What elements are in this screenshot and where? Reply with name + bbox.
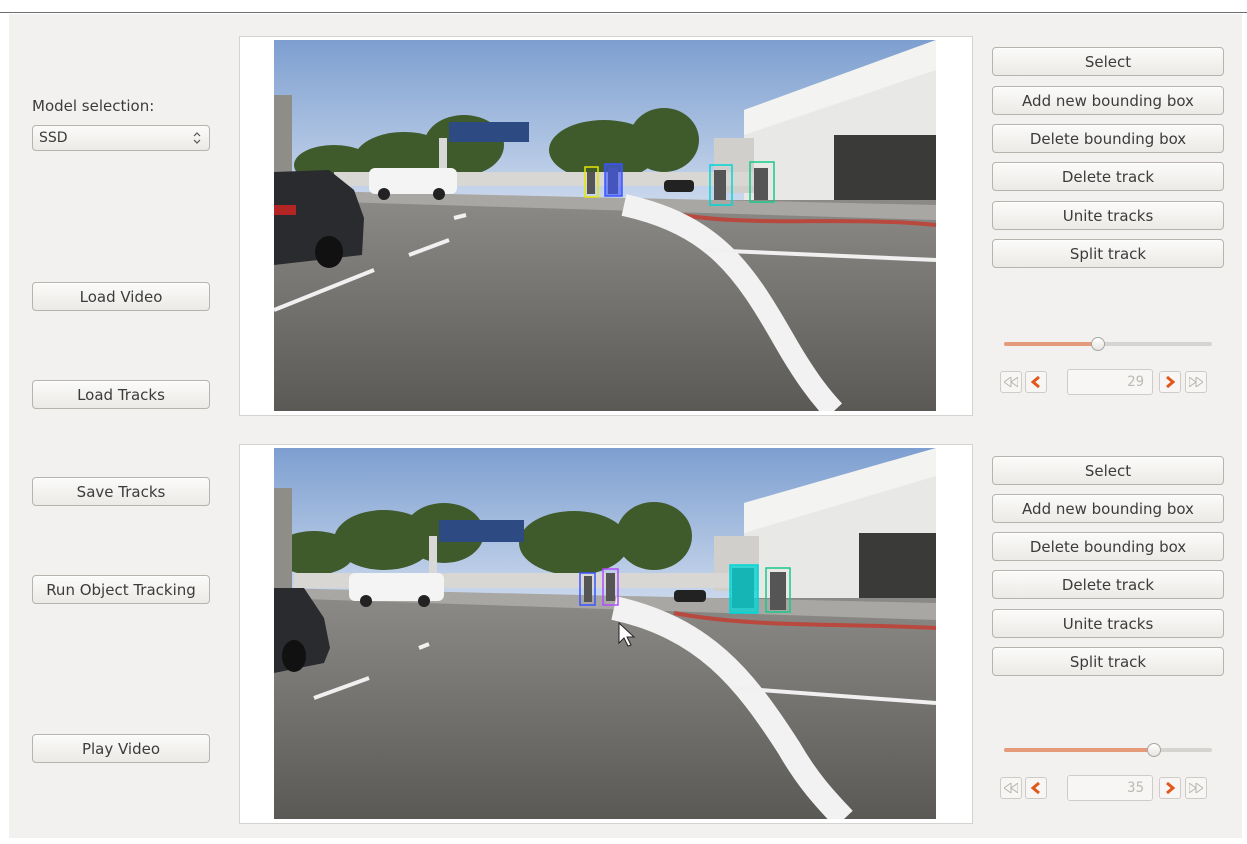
bbox-cyan[interactable] [729, 564, 759, 614]
unite-tracks-button[interactable]: Unite tracks [992, 609, 1224, 638]
add-bounding-box-button[interactable]: Add new bounding box [992, 494, 1224, 523]
slider-handle[interactable] [1091, 337, 1105, 351]
model-select-value: SSD [39, 130, 68, 146]
first-frame-icon [1004, 783, 1018, 793]
main-window: Model selection: SSD Load Video Load Tra… [9, 14, 1242, 838]
bottom-frame-slider[interactable] [1004, 742, 1212, 758]
delete-bounding-box-button[interactable]: Delete bounding box [992, 124, 1224, 153]
top-video-frame[interactable] [274, 40, 936, 411]
prev-frame-icon [1031, 376, 1040, 388]
save-tracks-button[interactable]: Save Tracks [32, 477, 210, 506]
slider-fill [1004, 342, 1098, 346]
slider-fill [1004, 748, 1154, 752]
load-video-button[interactable]: Load Video [32, 282, 210, 311]
next-frame-button[interactable] [1159, 777, 1181, 799]
delete-track-button[interactable]: Delete track [992, 162, 1224, 191]
first-frame-icon [1004, 377, 1018, 387]
top-video-panel [239, 36, 973, 416]
run-object-tracking-button[interactable]: Run Object Tracking [32, 575, 210, 604]
next-frame-icon [1166, 376, 1175, 388]
next-frame-button[interactable] [1159, 371, 1181, 393]
model-select[interactable]: SSD [32, 125, 210, 151]
bottom-video-panel [239, 444, 973, 824]
unite-tracks-button[interactable]: Unite tracks [992, 201, 1224, 230]
last-frame-icon [1189, 783, 1203, 793]
combo-arrows-icon [193, 132, 201, 144]
model-selection-label: Model selection: [32, 97, 155, 115]
add-bounding-box-button[interactable]: Add new bounding box [992, 86, 1224, 115]
frame-number-field[interactable]: 35 [1067, 775, 1153, 801]
last-frame-button[interactable] [1185, 777, 1207, 799]
last-frame-button[interactable] [1185, 371, 1207, 393]
delete-bounding-box-button[interactable]: Delete bounding box [992, 532, 1224, 561]
load-tracks-button[interactable]: Load Tracks [32, 380, 210, 409]
first-frame-button[interactable] [1000, 371, 1022, 393]
prev-frame-button[interactable] [1025, 777, 1047, 799]
play-video-button[interactable]: Play Video [32, 734, 210, 763]
frame-number-field[interactable]: 29 [1067, 369, 1153, 395]
top-video-image [274, 40, 936, 411]
slider-handle[interactable] [1147, 743, 1161, 757]
delete-track-button[interactable]: Delete track [992, 570, 1224, 599]
last-frame-icon [1189, 377, 1203, 387]
split-track-button[interactable]: Split track [992, 239, 1224, 268]
bottom-video-image [274, 448, 936, 819]
prev-frame-icon [1031, 782, 1040, 794]
bbox-blue[interactable] [604, 163, 623, 197]
bottom-video-frame[interactable] [274, 448, 936, 819]
top-frame-slider[interactable] [1004, 336, 1212, 352]
prev-frame-button[interactable] [1025, 371, 1047, 393]
select-button[interactable]: Select [992, 456, 1224, 485]
select-button[interactable]: Select [992, 47, 1224, 76]
split-track-button[interactable]: Split track [992, 647, 1224, 676]
first-frame-button[interactable] [1000, 777, 1022, 799]
next-frame-icon [1166, 782, 1175, 794]
title-bar [0, 0, 1247, 13]
